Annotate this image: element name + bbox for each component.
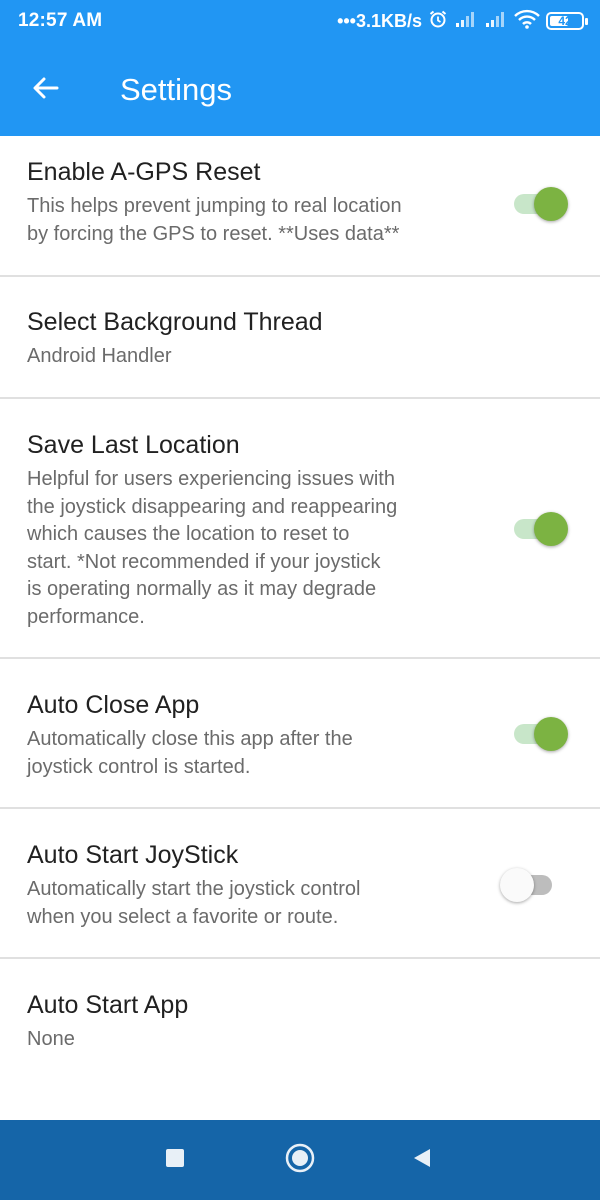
pref-title: Select Background Thread [27,308,323,336]
pref-title: Auto Close App [27,691,200,719]
summary-line: Automatically start the joystick control [27,878,361,900]
summary-line: is operating normally as it may degrade [27,578,377,600]
agps-reset-switch[interactable] [512,183,568,223]
pref-background-thread[interactable]: Select Background Thread Android Handler [0,277,600,399]
summary-line: by forcing the GPS to reset. **Uses data… [27,222,400,245]
summary-line: This helps prevent jumping to real locat… [27,195,402,217]
pref-summary: Automatically close this app after the j… [27,726,477,781]
home-button[interactable] [280,1140,320,1180]
app-bar: Settings [0,44,600,136]
summary-line: joystick control is started. [27,755,251,778]
pref-auto-close-app[interactable]: Auto Close App Automatically close this … [0,659,600,809]
summary-line: which causes the location to reset to [27,523,350,545]
pref-summary: Helpful for users experiencing issues wi… [27,466,477,631]
pref-auto-start-app[interactable]: Auto Start App None [0,959,600,1109]
recents-square-icon [164,1147,186,1174]
status-icons: •••3.1KB/s 42 [337,9,588,34]
back-triangle-icon [410,1146,434,1175]
summary-line: Android Handler [27,345,172,367]
summary-line: Automatically close this app after the [27,728,353,750]
summary-line: Helpful for users experiencing issues wi… [27,468,395,490]
status-bar: 12:57 AM •••3.1KB/s 42 [0,0,600,44]
summary-line: None [27,1028,75,1050]
settings-list: Enable A-GPS Reset This helps prevent ju… [0,136,600,1109]
pref-title: Enable A-GPS Reset [27,158,261,186]
home-circle-icon [284,1142,316,1179]
arrow-back-icon [31,73,61,108]
recents-button[interactable] [155,1140,195,1180]
summary-line: start. *Not recommended if your joystick [27,550,381,573]
battery-level: 42 [558,14,572,28]
signal-icon [484,10,508,33]
pref-summary: None [27,1026,477,1054]
system-back-button[interactable] [402,1140,442,1180]
summary-line: when you select a favorite or route. [27,905,339,928]
pref-title: Auto Start App [27,991,189,1019]
auto-close-app-switch[interactable] [512,713,568,753]
alarm-icon [428,9,448,34]
pref-auto-start-joystick[interactable]: Auto Start JoyStick Automatically start … [0,809,600,959]
pref-summary: This helps prevent jumping to real locat… [27,193,477,248]
wifi-icon [514,9,540,34]
pref-enable-agps-reset[interactable]: Enable A-GPS Reset This helps prevent ju… [0,136,600,277]
signal-icon [454,10,478,33]
battery-icon: 42 [546,12,588,30]
pref-save-last-location[interactable]: Save Last Location Helpful for users exp… [0,399,600,659]
system-nav-bar [0,1120,600,1200]
network-speed: •••3.1KB/s [337,10,422,31]
save-last-location-switch[interactable] [512,508,568,548]
pref-title: Save Last Location [27,431,240,459]
auto-start-joystick-switch[interactable] [500,864,556,904]
pref-summary: Android Handler [27,343,477,371]
status-time: 12:57 AM [18,10,103,31]
back-button[interactable] [22,66,70,114]
page-title: Settings [120,72,233,107]
summary-line: the joystick disappearing and reappearin… [27,495,398,518]
pref-summary: Automatically start the joystick control… [27,876,477,931]
pref-title: Auto Start JoyStick [27,841,239,869]
summary-line: performance. [27,605,145,628]
